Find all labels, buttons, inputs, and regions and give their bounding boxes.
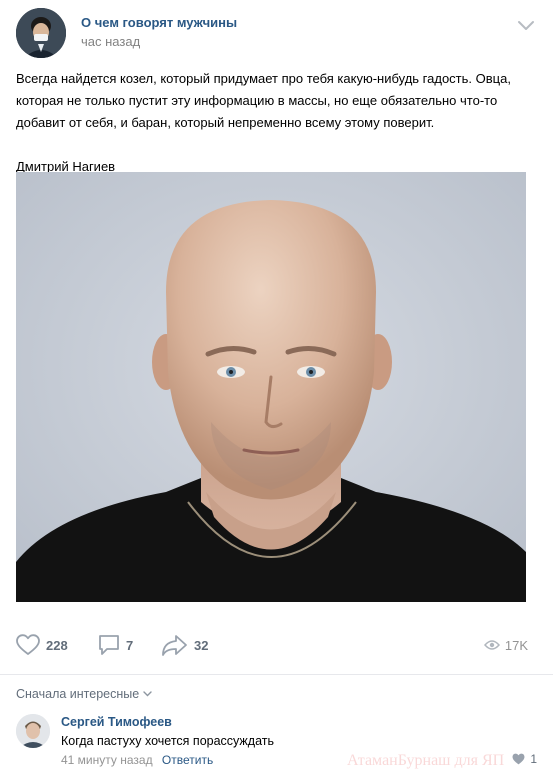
comment-like-button[interactable]: 1 [512,752,537,766]
group-name-link[interactable]: О чем говорят мужчины [81,15,237,30]
comment-bubble-icon [99,635,119,655]
reply-link[interactable]: Ответить [162,753,213,767]
sort-label: Сначала интересные [16,687,140,701]
like-button[interactable]: 228 [16,630,68,660]
share-arrow-icon [162,635,187,656]
comment-meta: 41 минуту назад Ответить [61,753,213,767]
likes-count: 228 [46,637,68,653]
post-photo[interactable] [16,172,526,602]
divider [0,674,553,675]
post-actions: 228 7 32 17K [16,630,528,660]
comment-author-name[interactable]: Сергей Тимофеев [61,715,172,729]
comment-time[interactable]: 41 минуту назад [61,753,153,767]
comment-button[interactable]: 7 [98,630,133,660]
comment-likes-count: 1 [530,752,537,766]
post-time[interactable]: час назад [81,34,140,49]
post-text: Всегда найдется козел, который придумает… [16,71,511,174]
group-avatar[interactable] [16,8,66,58]
chevron-down-icon [143,691,152,697]
shares-count: 32 [194,637,209,653]
views-counter: 17K [483,630,528,660]
post-header: О чем говорят мужчины час назад [16,8,536,58]
post-menu-chevron-icon[interactable] [516,18,536,34]
comments-count: 7 [126,637,134,653]
eye-icon [483,640,500,650]
comment-author-avatar[interactable] [16,714,50,748]
views-count: 17K [504,637,528,653]
heart-icon [512,753,525,765]
comment-text: Когда пастуху хочется порассуждать [61,734,275,748]
heart-icon [16,634,40,655]
share-button[interactable]: 32 [162,630,208,660]
watermark: АтаманБурнаш для ЯП [347,752,505,769]
comments-sort-dropdown[interactable]: Сначала интересные [16,687,152,701]
